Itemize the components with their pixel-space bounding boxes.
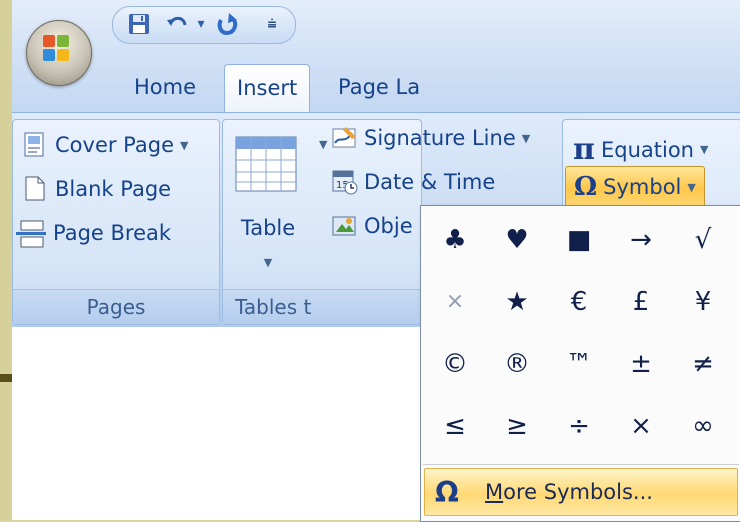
undo-dropdown[interactable]: ▾: [193, 11, 209, 37]
tables-group-label: Tables t: [223, 289, 421, 324]
pi-icon: π: [573, 132, 595, 167]
symbol-right-arrow[interactable]: →: [611, 210, 671, 270]
symbol-euro[interactable]: €: [549, 272, 609, 332]
chevron-down-icon: ▼: [180, 138, 189, 152]
symbol-multiply[interactable]: ×: [611, 396, 671, 456]
background-strip: [0, 0, 12, 520]
word-window: ▾ ⩧ Home Insert Page La Cover Page ▼ Bla…: [0, 0, 740, 522]
omega-icon: Ω: [435, 475, 459, 509]
symbol-multiply-light[interactable]: ×: [425, 272, 485, 332]
symbol-registered[interactable]: ®: [487, 334, 547, 394]
symbol-star[interactable]: ★: [487, 272, 547, 332]
tab-home[interactable]: Home: [122, 64, 208, 110]
equation-button[interactable]: π Equation ▼: [573, 132, 708, 167]
symbol-grid: ♣ ♥ ■ → √ × ★ € £ ¥ © ® ™ ± ≠ ≤ ≥ ÷ × ∞: [421, 206, 740, 466]
page-break-button[interactable]: Page Break: [15, 220, 172, 248]
symbol-gallery: ♣ ♥ ■ → √ × ★ € £ ¥ © ® ™ ± ≠ ≤ ≥ ÷ × ∞ …: [420, 205, 740, 522]
symbol-trademark[interactable]: ™: [549, 334, 609, 394]
symbol-pound[interactable]: £: [611, 272, 671, 332]
symbol-copyright[interactable]: ©: [425, 334, 485, 394]
symbol-plus-minus[interactable]: ±: [611, 334, 671, 394]
symbol-yen[interactable]: ¥: [673, 272, 733, 332]
object-label: Obje: [364, 214, 413, 238]
tab-insert[interactable]: Insert: [224, 64, 311, 113]
symbol-divide[interactable]: ÷: [549, 396, 609, 456]
more-symbols-mnemonic: M: [485, 480, 504, 504]
redo-icon: [217, 13, 238, 36]
pages-group-label: Pages: [13, 289, 219, 324]
background-divider: [0, 374, 12, 382]
symbol-not-equal[interactable]: ≠: [673, 334, 733, 394]
customize-toolbar-button[interactable]: ⩧: [261, 11, 283, 37]
symbol-greater-equal[interactable]: ≥: [487, 396, 547, 456]
symbol-square-root[interactable]: √: [673, 210, 733, 270]
undo-icon: [167, 16, 187, 26]
date-time-icon: 15: [332, 169, 358, 195]
symbol-square[interactable]: ■: [549, 210, 609, 270]
cover-page-button[interactable]: Cover Page ▼: [23, 132, 188, 158]
table-label: Table: [240, 216, 296, 240]
object-icon: [332, 213, 358, 239]
blank-page-button[interactable]: Blank Page: [23, 176, 171, 202]
chevron-down-icon: ▼: [319, 138, 328, 151]
blank-page-icon: [23, 176, 49, 202]
gallery-divider: [423, 464, 739, 465]
symbol-heart[interactable]: ♥: [487, 210, 547, 270]
save-icon: [129, 14, 149, 34]
chevron-down-icon: ▼: [687, 180, 696, 194]
symbol-club[interactable]: ♣: [425, 210, 485, 270]
more-symbols-label: More Symbols...: [485, 480, 653, 504]
cover-page-icon: [23, 132, 49, 158]
page-break-label: Page Break: [53, 221, 172, 245]
blank-page-label: Blank Page: [55, 177, 172, 201]
table-button[interactable]: Table ▼: [233, 132, 303, 292]
more-symbols-label-rest: ore Symbols...: [503, 480, 653, 504]
office-logo-icon: [43, 35, 75, 69]
date-time-label: Date & Time: [364, 170, 496, 194]
date-time-button[interactable]: 15 Date & Time: [332, 169, 495, 195]
signature-line-button[interactable]: Signature Line ▼: [332, 125, 530, 151]
omega-icon: Ω: [574, 172, 598, 202]
equation-label: Equation: [600, 137, 694, 162]
signature-line-label: Signature Line: [364, 126, 516, 150]
page-break-icon: [15, 220, 47, 248]
chevron-down-icon: ▼: [263, 256, 273, 269]
pages-group: Cover Page ▼ Blank Page Page Break Pages: [12, 119, 220, 325]
object-button[interactable]: Obje: [332, 213, 413, 239]
office-button[interactable]: [26, 20, 92, 86]
chevron-down-icon: ▼: [521, 131, 531, 145]
chevron-down-icon: ▼: [699, 143, 709, 156]
table-icon: [235, 136, 297, 192]
redo-button[interactable]: [213, 11, 243, 37]
symbol-infinity[interactable]: ∞: [673, 396, 733, 456]
symbol-button[interactable]: Ω Symbol ▼: [565, 166, 705, 208]
tab-page-layout[interactable]: Page La: [326, 64, 432, 110]
undo-button[interactable]: [165, 11, 191, 37]
quick-access-toolbar: ▾ ⩧: [112, 6, 296, 44]
cover-page-label: Cover Page: [55, 133, 175, 157]
more-symbols-button[interactable]: Ω More Symbols...: [424, 468, 738, 516]
symbol-label: Symbol: [603, 175, 682, 199]
signature-line-icon: [332, 125, 358, 151]
symbol-less-equal[interactable]: ≤: [425, 396, 485, 456]
save-button[interactable]: [125, 11, 153, 37]
